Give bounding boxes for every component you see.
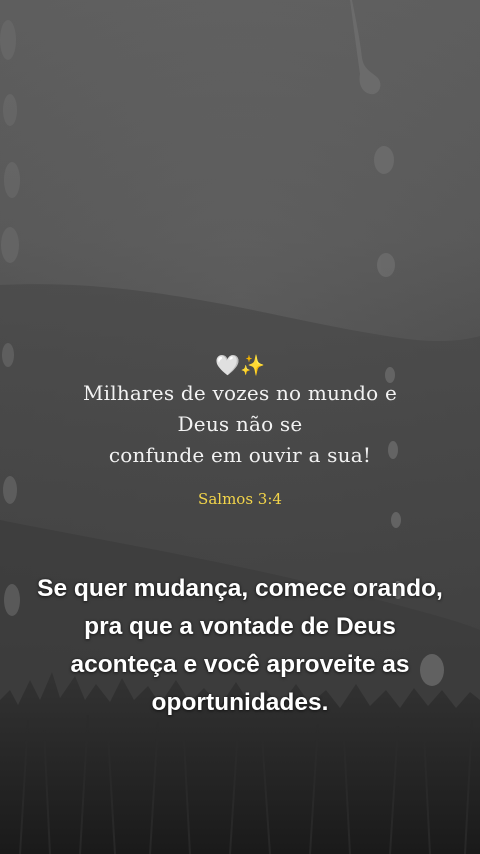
caption-line: Se quer mudança, comece orando, (37, 575, 443, 602)
caption-line: oportunidades. (151, 689, 329, 716)
sparkles-icon: ✨ (240, 353, 265, 377)
caption-text: Se quer mudança, comece orando, pra que … (0, 570, 480, 722)
quote-line: Deus não se (177, 412, 303, 436)
caption-line: aconteça e você aproveite as (70, 651, 410, 678)
quote-line: Milhares de vozes no mundo e (82, 381, 398, 405)
emoji-row: 🤍✨ (0, 352, 480, 378)
bible-reference: Salmos 3:4 (198, 490, 282, 508)
quote-line: confunde em ouvir a sua! (108, 443, 372, 467)
quote-block: 🤍✨ Milhares de vozes no mundo e Deus não… (0, 352, 480, 509)
white-heart-icon: 🤍 (215, 353, 240, 377)
story-background: 🤍✨ Milhares de vozes no mundo e Deus não… (0, 0, 480, 854)
caption-line: pra que a vontade de Deus (84, 613, 396, 640)
